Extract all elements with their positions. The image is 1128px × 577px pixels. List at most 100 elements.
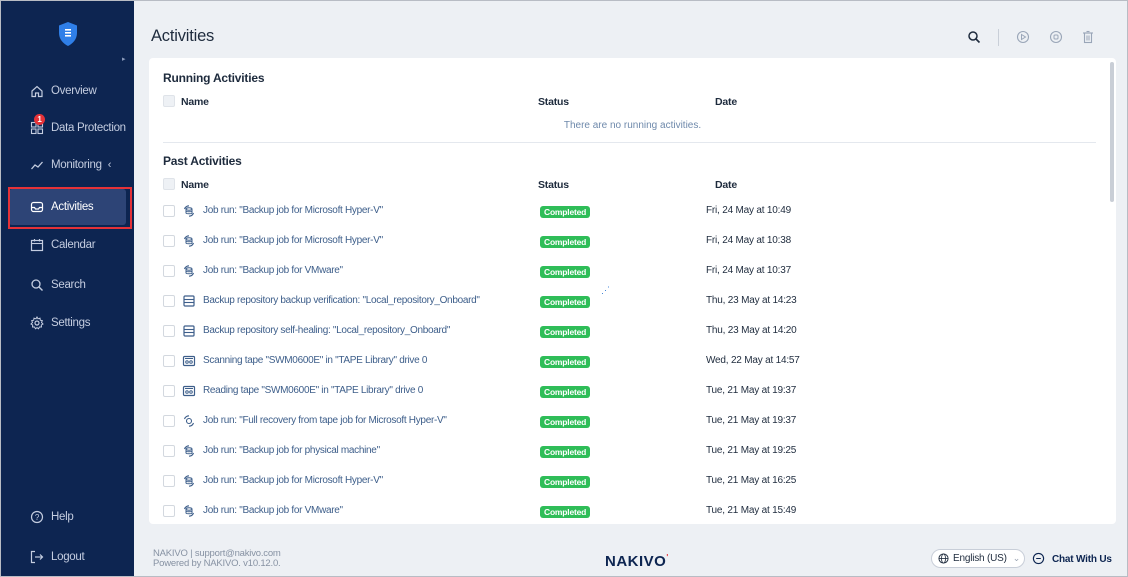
activity-name[interactable]: Job run: "Backup job for physical machin… [203,445,380,456]
logout-button[interactable]: Logout [9,539,126,575]
activity-date: Fri, 24 May at 10:49 [706,205,791,216]
table-row[interactable]: Backup repository backup verification: "… [149,286,1116,316]
play-icon[interactable] [1015,29,1031,45]
running-column-date[interactable]: Date [715,96,737,108]
chevron-down-icon: ⌄ [1012,553,1021,563]
status-badge: Completed [540,206,591,218]
row-checkbox[interactable] [163,505,175,517]
activity-date: Fri, 24 May at 10:37 [706,265,791,276]
status-badge: Completed [540,356,591,368]
status-badge: Completed [540,386,591,398]
language-select[interactable]: English (US) ⌄ [931,549,1025,568]
row-checkbox[interactable] [163,205,175,217]
help-icon: ? [29,509,45,525]
status-badge: Completed [540,266,591,278]
row-checkbox[interactable] [163,475,175,487]
sidebar-item-calendar[interactable]: Calendar [9,227,126,263]
section-divider [163,142,1096,143]
row-checkbox[interactable] [163,265,175,277]
help-button[interactable]: ? Help [9,499,126,535]
activity-date: Tue, 21 May at 19:37 [706,415,797,426]
highlight-outline [8,187,132,229]
activity-name[interactable]: Job run: "Full recovery from tape job fo… [203,415,447,426]
trash-icon[interactable] [1080,29,1096,45]
activity-name[interactable]: Job run: "Backup job for Microsoft Hyper… [203,205,383,216]
sidebar-item-settings[interactable]: Settings [9,305,126,341]
row-checkbox[interactable] [163,445,175,457]
sidebar-item-overview[interactable]: Overview [9,73,126,109]
activity-date: Wed, 22 May at 14:57 [706,355,800,366]
past-select-all-checkbox[interactable] [163,178,175,190]
activity-name[interactable]: Backup repository self-healing: "Local_r… [203,325,450,336]
activity-name[interactable]: Scanning tape "SWM0600E" in "TAPE Librar… [203,355,427,366]
sidebar-item-label: Search [51,279,86,291]
activity-date: Tue, 21 May at 19:25 [706,445,797,456]
status-badge: Completed [540,416,591,428]
table-row[interactable]: Job run: "Backup job for Microsoft Hyper… [149,196,1116,226]
activity-name[interactable]: Job run: "Backup job for Microsoft Hyper… [203,235,383,246]
table-row[interactable]: Scanning tape "SWM0600E" in "TAPE Librar… [149,346,1116,376]
search-icon[interactable] [966,29,982,45]
past-column-status[interactable]: Status [538,179,569,191]
activity-date: Thu, 23 May at 14:20 [706,325,797,336]
sidebar-item-data-protection[interactable]: 1 Data Protection [9,110,126,146]
globe-icon [938,553,949,564]
activities-panel: Running Activities Name Status Date Ther… [149,58,1116,524]
footer-info: NAKIVO | support@nakivo.com Powered by N… [153,549,281,569]
scrollbar[interactable] [1110,62,1114,202]
logout-icon [29,549,45,565]
running-activities-title: Running Activities [163,71,265,85]
brand-name: NAKIVO [605,553,667,570]
table-row[interactable]: Reading tape "SWM0600E" in "TAPE Library… [149,376,1116,406]
footer-version: Powered by NAKIVO. v10.12.0. [153,558,281,569]
running-empty-message: There are no running activities. [149,120,1116,131]
sidebar-item-monitoring[interactable]: Monitoring ‹ [9,147,126,183]
svg-text:?: ? [35,513,40,522]
running-select-all-checkbox[interactable] [163,95,175,107]
running-column-status[interactable]: Status [538,96,569,108]
activity-date: Tue, 21 May at 16:25 [706,475,797,486]
row-checkbox[interactable] [163,235,175,247]
activity-date: Thu, 23 May at 14:23 [706,295,797,306]
table-row[interactable]: Job run: "Backup job for Microsoft Hyper… [149,466,1116,496]
logout-label: Logout [51,551,85,563]
table-row[interactable]: Backup repository self-healing: "Local_r… [149,316,1116,346]
past-column-date[interactable]: Date [715,179,737,191]
activity-name[interactable]: Backup repository backup verification: "… [203,295,480,306]
table-row[interactable]: Job run: "Backup job for Microsoft Hyper… [149,226,1116,256]
activity-date: Tue, 21 May at 19:37 [706,385,797,396]
sidebar-item-label: Data Protection [51,122,126,134]
activity-name[interactable]: Reading tape "SWM0600E" in "TAPE Library… [203,385,423,396]
tape-icon [182,384,196,398]
job-icon [182,204,196,218]
row-checkbox[interactable] [163,355,175,367]
row-checkbox[interactable] [163,325,175,337]
sidebar-collapse-icon[interactable]: ▸ [122,56,127,63]
stop-icon[interactable] [1048,29,1064,45]
table-row[interactable]: Job run: "Backup job for VMware" Complete… [149,496,1116,524]
table-row[interactable]: Job run: "Full recovery from tape job fo… [149,406,1116,436]
row-checkbox[interactable] [163,385,175,397]
repository-icon [182,294,196,308]
job-icon [182,234,196,248]
table-row[interactable]: Job run: "Backup job for physical machin… [149,436,1116,466]
chat-with-us-button[interactable]: Chat With Us [1032,552,1112,566]
chart-line-icon [29,157,45,173]
status-badge: Completed [540,446,591,458]
activity-name[interactable]: Job run: "Backup job for Microsoft Hyper… [203,475,383,486]
past-column-name[interactable]: Name [181,179,209,191]
activity-name[interactable]: Job run: "Backup job for VMware" [203,265,343,276]
row-checkbox[interactable] [163,295,175,307]
row-checkbox[interactable] [163,415,175,427]
calendar-icon [29,237,45,253]
notification-badge: 1 [34,114,45,125]
app-logo[interactable] [57,21,79,47]
past-activities-title: Past Activities [163,154,242,168]
status-badge: Completed [540,506,591,518]
table-row[interactable]: Job run: "Backup job for VMware" Complete… [149,256,1116,286]
sidebar-item-search[interactable]: Search [9,267,126,303]
activity-name[interactable]: Job run: "Backup job for VMware" [203,505,343,516]
brand-logo: NAKIVO' [605,553,669,570]
running-column-name[interactable]: Name [181,96,209,108]
chat-label: Chat With Us [1052,553,1112,565]
